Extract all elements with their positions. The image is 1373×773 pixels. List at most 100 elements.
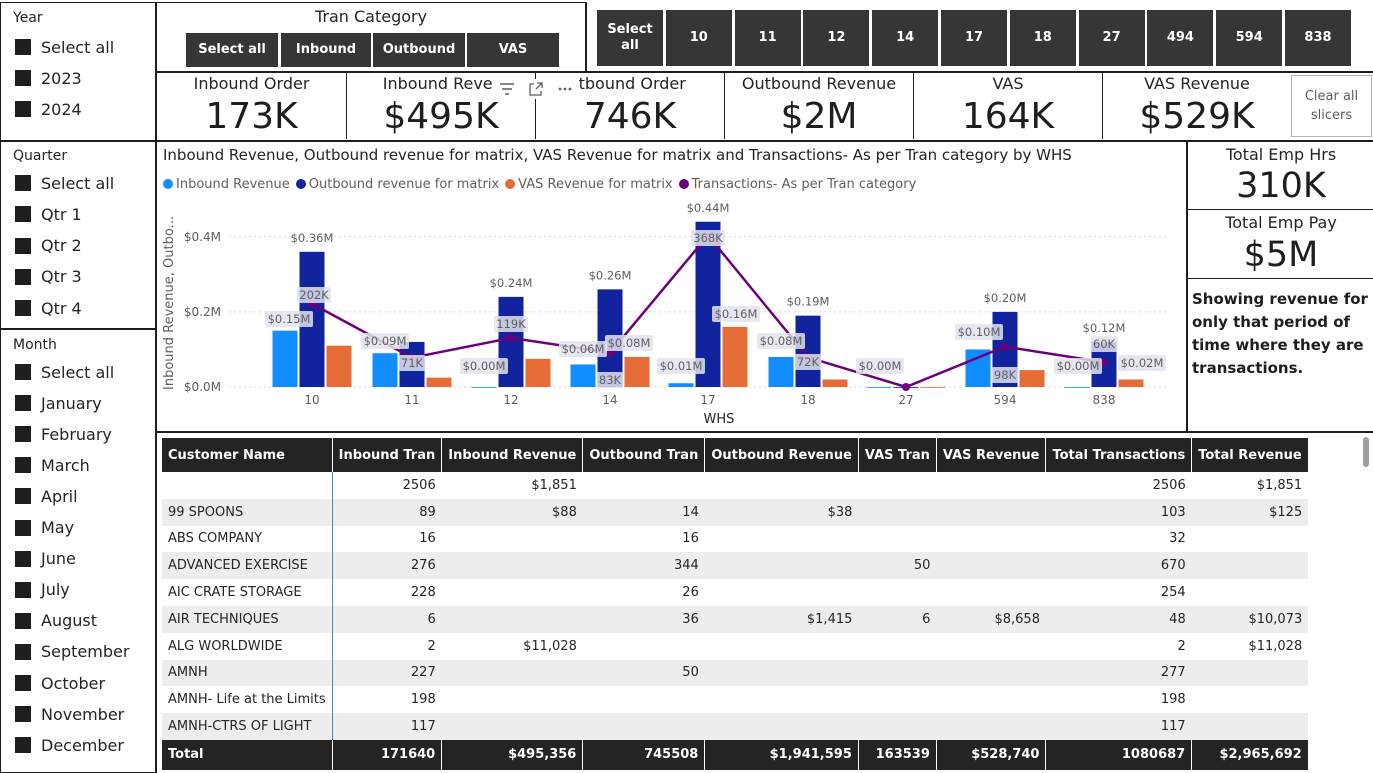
legend-item-inbound-revenue[interactable]: Inbound Revenue [163, 177, 290, 192]
checkbox-icon[interactable] [15, 519, 31, 536]
more-options-icon[interactable] [557, 86, 573, 92]
table-row[interactable]: ALG WORLDWIDE 2 $11,028 2 $11,028 [162, 632, 1308, 660]
whs-button-17[interactable]: 17 [941, 10, 1007, 66]
checkbox-icon[interactable] [15, 550, 31, 567]
bar-inbound-revenue-27[interactable] [866, 387, 892, 388]
checkbox-icon[interactable] [15, 70, 31, 86]
transactions-point-12[interactable] [507, 333, 515, 342]
table-row[interactable]: AIC CRATE STORAGE 228 26 254 [162, 579, 1308, 606]
whs-button-27[interactable]: 27 [1078, 10, 1145, 66]
column-header-inbound-tran[interactable]: Inbound Tran [332, 438, 443, 472]
table-row[interactable]: AIR TECHNIQUES 6 36 $1,415 6 $8,658 48 $10,073 [162, 605, 1309, 633]
table-scrollbar[interactable] [1363, 437, 1369, 467]
bar-vas-revenue-for-matrix-11[interactable] [426, 377, 452, 387]
month-item-july[interactable]: July [15, 579, 70, 601]
checkbox-icon[interactable] [15, 364, 31, 380]
checkbox-icon[interactable] [15, 675, 31, 691]
bar-inbound-revenue-18[interactable] [768, 356, 794, 387]
bar-inbound-revenue-14[interactable] [570, 364, 596, 387]
bar-vas-revenue-for-matrix-18[interactable] [822, 379, 848, 387]
transactions-point-27[interactable] [902, 383, 910, 391]
column-header-inbound-revenue[interactable]: Inbound Revenue [441, 438, 584, 472]
whs-button-838[interactable]: 838 [1285, 10, 1351, 66]
year-item-2023[interactable]: 2023 [15, 67, 82, 89]
checkbox-icon[interactable] [15, 457, 31, 474]
bar-inbound-revenue-11[interactable] [372, 353, 398, 387]
checkbox-icon[interactable] [15, 300, 31, 317]
bar-inbound-revenue-10[interactable] [272, 330, 298, 387]
column-header-outbound-tran[interactable]: Outbound Tran [582, 438, 706, 472]
column-header-total-transactions[interactable]: Total Transactions [1045, 438, 1193, 472]
transactions-point-594[interactable] [1001, 342, 1009, 351]
table-row[interactable]: AMNH- Life at the Limits 198 198 [162, 686, 1308, 714]
table-row[interactable]: ABS COMPANY 16 16 32 [162, 525, 1308, 553]
checkbox-icon[interactable] [15, 395, 31, 412]
column-header-total-revenue[interactable]: Total Revenue [1191, 438, 1309, 472]
column-header-outbound-revenue[interactable]: Outbound Revenue [704, 438, 859, 472]
month-item-september[interactable]: September [15, 641, 129, 663]
checkbox-icon[interactable] [15, 39, 31, 55]
focus-mode-icon[interactable] [528, 81, 544, 97]
table-row[interactable]: 2506 $1,851 2506 $1,851 [162, 472, 1308, 499]
checkbox-icon[interactable] [15, 706, 31, 723]
year-item-2024[interactable]: 2024 [15, 98, 82, 120]
bar-outbound-revenue-for-matrix-18[interactable] [795, 315, 821, 387]
whs-button-18[interactable]: 18 [1009, 10, 1076, 66]
bar-vas-revenue-for-matrix-27[interactable] [920, 387, 946, 388]
whs-button-12[interactable]: 12 [803, 10, 870, 66]
month-item-december[interactable]: December [15, 734, 124, 756]
bar-vas-revenue-for-matrix-838[interactable] [1118, 379, 1144, 387]
legend-item-transactions-as-per-tran-category[interactable]: Transactions- As per Tran category [678, 177, 916, 192]
quarter-item-select-all[interactable]: Select all [15, 172, 114, 194]
quarter-item-qtr-1[interactable]: Qtr 1 [15, 203, 82, 225]
checkbox-icon[interactable] [15, 488, 31, 505]
month-item-august[interactable]: August [15, 610, 97, 632]
month-item-february[interactable]: February [15, 423, 112, 445]
bar-vas-revenue-for-matrix-12[interactable] [525, 358, 551, 387]
month-item-june[interactable]: June [15, 548, 76, 570]
filter-icon[interactable] [499, 82, 515, 96]
checkbox-icon[interactable] [15, 175, 31, 191]
quarter-item-qtr-3[interactable]: Qtr 3 [15, 266, 82, 288]
clear-slicers-button[interactable]: Clear all slicers [1291, 75, 1372, 137]
bar-inbound-revenue-17[interactable] [668, 383, 694, 387]
whs-button-select-all[interactable]: Select all [597, 10, 663, 66]
checkbox-icon[interactable] [15, 581, 31, 598]
year-item-select-all[interactable]: Select all [15, 36, 114, 58]
whs-button-14[interactable]: 14 [872, 10, 939, 66]
tran-category-button-outbound[interactable]: Outbound [373, 33, 465, 67]
column-header-vas-revenue[interactable]: VAS Revenue [936, 438, 1047, 472]
month-item-january[interactable]: January [15, 392, 102, 414]
checkbox-icon[interactable] [15, 643, 31, 660]
column-header-customer-name[interactable]: Customer Name [162, 438, 333, 472]
bar-vas-revenue-for-matrix-594[interactable] [1019, 370, 1045, 387]
quarter-item-qtr-4[interactable]: Qtr 4 [15, 297, 82, 319]
bar-inbound-revenue-838[interactable] [1064, 387, 1090, 388]
legend-item-outbound-revenue-for-matrix[interactable]: Outbound revenue for matrix [295, 177, 499, 192]
tran-category-button-inbound[interactable]: Inbound [281, 33, 371, 67]
checkbox-icon[interactable] [15, 206, 31, 223]
checkbox-icon[interactable] [15, 426, 31, 443]
table-row[interactable]: 99 SPOONS 89 $88 14 $38 103 $125 [162, 498, 1309, 526]
whs-button-11[interactable]: 11 [734, 10, 801, 66]
quarter-item-qtr-2[interactable]: Qtr 2 [15, 235, 82, 257]
bar-vas-revenue-for-matrix-14[interactable] [624, 356, 650, 387]
whs-button-10[interactable]: 10 [665, 10, 732, 66]
checkbox-icon[interactable] [15, 612, 31, 629]
table-row[interactable]: AMNH 227 50 277 [162, 659, 1309, 687]
month-item-november[interactable]: November [15, 703, 124, 725]
checkbox-icon[interactable] [15, 237, 31, 254]
whs-button-594[interactable]: 594 [1216, 10, 1283, 66]
month-item-march[interactable]: March [15, 454, 90, 476]
column-header-vas-tran[interactable]: VAS Tran [858, 438, 937, 472]
tran-category-button-vas[interactable]: VAS [467, 33, 559, 67]
table-row[interactable]: AMNH-CTRS OF LIGHT 117 117 [162, 713, 1309, 740]
tran-category-button-select-all[interactable]: Select all [186, 33, 278, 67]
checkbox-icon[interactable] [15, 101, 31, 117]
month-item-april[interactable]: April [15, 485, 78, 507]
month-item-select-all[interactable]: Select all [15, 361, 114, 383]
month-item-may[interactable]: May [15, 517, 74, 539]
bar-vas-revenue-for-matrix-10[interactable] [326, 345, 352, 387]
checkbox-icon[interactable] [15, 737, 31, 754]
legend-item-vas-revenue-for-matrix[interactable]: VAS Revenue for matrix [505, 177, 673, 192]
